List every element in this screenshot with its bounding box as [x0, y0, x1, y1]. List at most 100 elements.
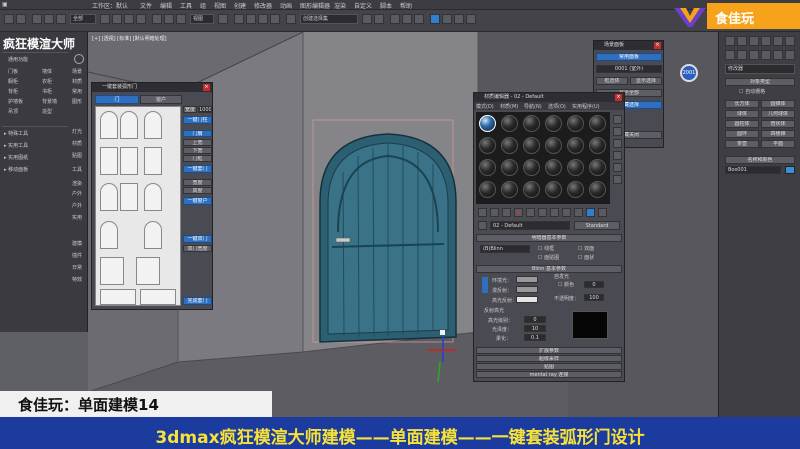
tube-button[interactable]: 管状体 [761, 120, 795, 128]
undo-icon[interactable] [4, 14, 14, 24]
plugin-item-move-panel[interactable]: ▸ 移动面板 [4, 166, 28, 173]
plugin-item-ceiling[interactable]: 吊顶 [8, 108, 18, 115]
door-thumbnail[interactable] [120, 111, 138, 139]
systems-icon[interactable] [785, 50, 795, 60]
edit-named-selection-icon[interactable] [286, 14, 296, 24]
sphere-button[interactable]: 球体 [725, 110, 759, 118]
select-by-name-icon[interactable] [112, 14, 122, 24]
side-tab[interactable]: 图形 [72, 98, 82, 105]
rollout-mental-ray[interactable]: mental ray 连接 [476, 371, 622, 378]
background-icon[interactable] [613, 139, 622, 148]
spinner-snap-icon[interactable] [270, 14, 280, 24]
uv-tiling-icon[interactable] [613, 151, 622, 160]
options-icon[interactable] [613, 175, 622, 184]
spec-level-field[interactable]: 0 [524, 316, 546, 323]
create-tab-icon[interactable] [725, 36, 735, 46]
door-frame-field[interactable]: 门框 [183, 155, 212, 162]
plugin-item-cabinet[interactable]: 橱柜 [8, 78, 18, 85]
top-width-field[interactable]: 上宽 [183, 139, 212, 146]
width-field-2[interactable]: 宽度 [183, 179, 212, 186]
material-slot[interactable] [523, 159, 540, 176]
side-tab[interactable]: 材质 [72, 140, 82, 147]
finish-door-set-button[interactable]: 完成套门 [183, 297, 212, 305]
menu-options[interactable]: 选项(O) [548, 103, 566, 110]
material-slot[interactable] [545, 181, 562, 198]
menu-item-help[interactable]: 帮助 [400, 1, 412, 10]
side-tab[interactable]: 日常 [72, 264, 82, 271]
plugin-item-bookcase[interactable]: 书柜 [42, 88, 52, 95]
plugin-item-wall[interactable]: 墙体 [42, 68, 52, 75]
one-click-door-button[interactable]: 一键套门 [183, 165, 212, 173]
name-color-rollout[interactable]: 名称和颜色 [725, 156, 795, 164]
user-badge[interactable]: 2001 [680, 64, 698, 82]
material-slot[interactable] [523, 137, 540, 154]
box-button[interactable]: 长方体 [725, 100, 759, 108]
snap-icon[interactable] [234, 14, 244, 24]
bottom-width-field[interactable]: 下宽 [183, 147, 212, 154]
show-map-icon[interactable] [574, 208, 583, 217]
side-tab[interactable]: 贴图 [72, 152, 82, 159]
ambient-swatch[interactable] [516, 276, 538, 283]
material-editor-icon[interactable] [430, 14, 440, 24]
door-thumbnail[interactable] [120, 147, 138, 175]
door-thumbnail[interactable] [100, 111, 118, 139]
material-slot[interactable] [479, 159, 496, 176]
menu-item-edit[interactable]: 编辑 [160, 1, 172, 10]
object-color-swatch[interactable] [785, 166, 795, 174]
specular-swatch[interactable] [516, 296, 538, 303]
door-thumbnail[interactable] [100, 221, 118, 249]
soften-field[interactable]: 0.1 [524, 334, 546, 341]
select-icon[interactable] [100, 14, 110, 24]
percent-snap-icon[interactable] [258, 14, 268, 24]
plugin-item-back-cabinet[interactable]: 背柜 [8, 88, 18, 95]
door-thumbnail[interactable] [100, 183, 118, 211]
door-thumbnail[interactable] [136, 257, 160, 285]
render-frame-icon[interactable] [454, 14, 464, 24]
app-icon[interactable]: ▣ [2, 1, 8, 8]
reset-icon[interactable]: ✕ [514, 208, 523, 217]
assign-to-selection-icon[interactable] [502, 208, 511, 217]
schematic-icon[interactable] [414, 14, 424, 24]
tab-window[interactable]: 窗户 [140, 95, 182, 104]
modifier-list-dropdown[interactable]: 修改器 [725, 64, 795, 74]
cylinder-button[interactable]: 圆柱体 [725, 120, 759, 128]
video-color-icon[interactable] [613, 163, 622, 172]
move-icon[interactable] [152, 14, 162, 24]
modify-tab-icon[interactable] [737, 36, 747, 46]
material-slot[interactable] [589, 181, 606, 198]
render-setup-icon[interactable] [442, 14, 452, 24]
viewport-label[interactable]: [+] [透视] [标准] [默认明暗处理] [92, 35, 167, 42]
rollout-shader-basic[interactable]: 明暗器基本参数 [476, 234, 622, 242]
side-tab[interactable]: 渲染 [72, 180, 82, 187]
side-tab[interactable]: 灯光 [72, 128, 82, 135]
door-thumbnail[interactable] [100, 289, 136, 305]
teapot-button[interactable]: 茶壶 [725, 140, 759, 148]
side-tab[interactable]: 材质 [72, 78, 82, 85]
door-thumbnail[interactable] [100, 257, 124, 285]
door-thumbnail[interactable] [144, 221, 162, 249]
material-slot[interactable] [523, 181, 540, 198]
material-slot[interactable] [479, 181, 496, 198]
plugin-item-utility[interactable]: ▸ 实用工具 [4, 142, 28, 149]
side-tab[interactable]: 户外 [72, 202, 82, 209]
side-tab[interactable]: 常用 [72, 88, 82, 95]
door-thumbnail[interactable] [144, 183, 162, 211]
plugin-item-door[interactable]: 门板 [8, 68, 18, 75]
door-thumbnail[interactable] [140, 289, 176, 305]
redo-icon[interactable] [16, 14, 26, 24]
door-thumbnail[interactable] [100, 147, 118, 175]
material-slot[interactable] [501, 159, 518, 176]
material-slot[interactable] [545, 115, 562, 132]
align-icon[interactable] [374, 14, 384, 24]
close-icon[interactable]: × [654, 42, 661, 49]
show-selected-button[interactable]: 显示选择 [630, 77, 662, 85]
side-tab[interactable]: 工具 [72, 166, 82, 173]
rotate-icon[interactable] [164, 14, 174, 24]
plugin-item-feature-wall[interactable]: 背景墙 [42, 98, 57, 105]
opacity-field[interactable]: 100 [584, 294, 604, 301]
menu-item-file[interactable]: 文件 [140, 1, 152, 10]
search-icon[interactable] [74, 54, 84, 64]
wire-checkbox[interactable]: ☐ 线框 [538, 245, 554, 252]
material-id-icon[interactable] [562, 208, 571, 217]
plane-button[interactable]: 平面 [761, 140, 795, 148]
